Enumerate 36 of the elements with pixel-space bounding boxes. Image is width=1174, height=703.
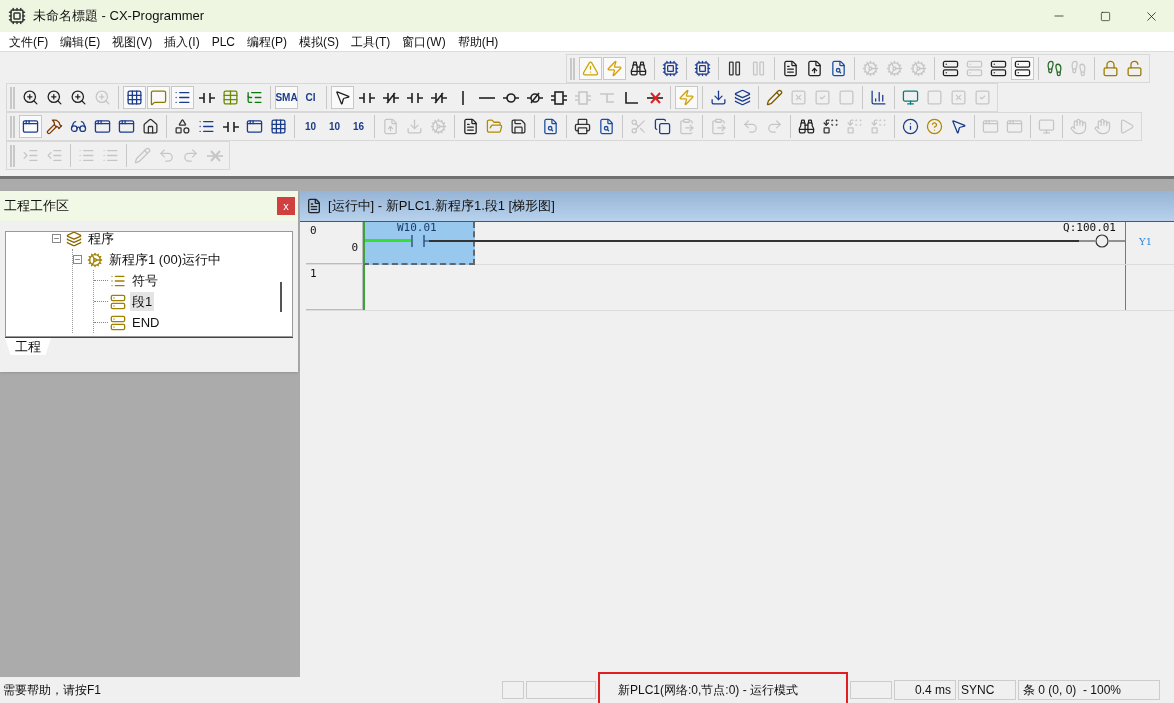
- menu-item[interactable]: 模拟(S): [293, 32, 345, 51]
- toolbar-button[interactable]: 10: [323, 115, 346, 138]
- contact-label: W10.01: [397, 222, 437, 233]
- menu-item[interactable]: 视图(V): [106, 32, 159, 51]
- menu-item[interactable]: 窗口(W): [396, 32, 452, 51]
- step-number: 0: [351, 241, 358, 253]
- menu-item[interactable]: 文件(F): [3, 32, 55, 51]
- menu-item[interactable]: 编程(P): [241, 32, 293, 51]
- coil-label: Q:100.01: [1063, 222, 1116, 233]
- menu-item[interactable]: PLC: [205, 32, 241, 51]
- panel-title: 工程工作区: [4, 197, 69, 216]
- toolbar-button[interactable]: 10: [299, 115, 322, 138]
- tree-item[interactable]: 符号: [130, 270, 160, 291]
- coil-comment: Y1: [1139, 235, 1152, 249]
- rung-number: 0: [310, 223, 318, 239]
- ladder-window-title: [运行中] - 新PLC1.新程序1.段1 [梯形图]: [328, 197, 555, 216]
- toolbar-button[interactable]: 16: [347, 115, 370, 138]
- status-cycle-time: 0.4 ms: [894, 680, 956, 700]
- status-sync: SYNC: [958, 680, 1016, 700]
- close-button[interactable]: x: [277, 197, 295, 215]
- panel-tab[interactable]: 工程: [5, 338, 51, 355]
- toolbar-button[interactable]: SMA: [275, 86, 298, 109]
- tree-item[interactable]: 段1: [130, 291, 155, 312]
- menu-item[interactable]: 工具(T): [345, 32, 397, 51]
- tree-item[interactable]: 程序: [86, 232, 116, 249]
- window-title: 未命名標題 - CX-Programmer: [33, 7, 205, 26]
- menu-item[interactable]: 编辑(E): [54, 32, 107, 51]
- tree-item[interactable]: END: [130, 312, 162, 333]
- menu-item[interactable]: 插入(I): [158, 32, 206, 51]
- status-position: 条 0 (0, 0) - 100%: [1018, 680, 1160, 700]
- status-plc: 新PLC1(网络:0,节点:0) - 运行模式: [598, 672, 848, 703]
- status-help-text: 需要帮助，请按F1: [2, 682, 102, 699]
- tree-item[interactable]: 新程序1 (00)运行中: [107, 249, 223, 270]
- menu-item[interactable]: 帮助(H): [451, 32, 505, 51]
- toolbar-button[interactable]: CI: [299, 86, 322, 109]
- rung-number: 1: [310, 266, 318, 282]
